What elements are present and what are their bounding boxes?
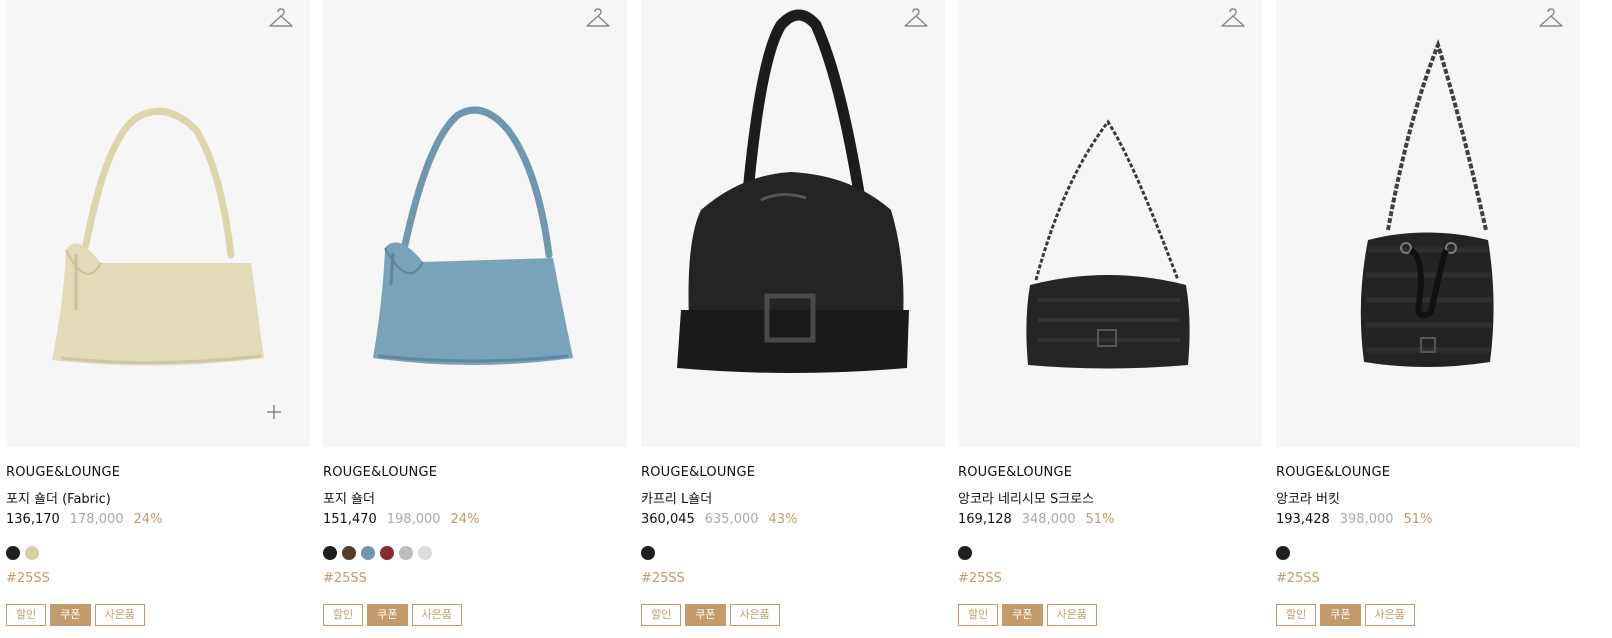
- discount-rate: 24%: [450, 512, 480, 527]
- season-tag[interactable]: #25SS: [958, 571, 1002, 586]
- hanger-icon[interactable]: [1220, 6, 1246, 32]
- bag-image: [677, 9, 909, 373]
- sale-price: 193,428: [1276, 512, 1330, 527]
- price-row: 151,470 198,000 24%: [323, 512, 479, 527]
- sale-price: 360,045: [641, 512, 695, 527]
- product-grid: ROUGE&LOUNGE 포지 숄더 (Fabric) 136,170 178,0…: [0, 0, 1612, 638]
- bag-image: [52, 107, 264, 366]
- product-image[interactable]: [323, 0, 627, 447]
- brand-name: ROUGE&LOUNGE: [6, 465, 121, 480]
- product-image[interactable]: [641, 0, 945, 447]
- price-row: 136,170 178,000 24%: [6, 512, 162, 527]
- original-price: 348,000: [1021, 512, 1076, 527]
- coupon-badge: 쿠폰: [367, 604, 408, 626]
- coupon-badge: 쿠폰: [1320, 604, 1361, 626]
- product-card[interactable]: ROUGE&LOUNGE 앙코라 버킷 193,428 398,000 51% #2…: [1276, 0, 1580, 638]
- discount-rate: 51%: [1085, 512, 1115, 527]
- sale-price: 136,170: [6, 512, 60, 527]
- badge-list: 할인 쿠폰 사은품: [641, 604, 784, 626]
- original-price: 198,000: [386, 512, 441, 527]
- price-row: 360,045 635,000 43%: [641, 512, 797, 527]
- hanger-icon[interactable]: [268, 6, 294, 32]
- season-tag[interactable]: #25SS: [6, 571, 50, 586]
- color-swatch[interactable]: [6, 546, 20, 560]
- color-swatches: [6, 546, 44, 562]
- bag-image: [1026, 119, 1190, 369]
- color-swatch[interactable]: [361, 546, 375, 560]
- color-swatches: [1276, 546, 1295, 562]
- color-swatch[interactable]: [25, 546, 39, 560]
- discount-rate: 43%: [768, 512, 798, 527]
- discount-badge: 할인: [6, 604, 47, 626]
- product-image[interactable]: [958, 0, 1262, 447]
- badge-list: 할인 쿠폰 사은품: [6, 604, 149, 626]
- product-name[interactable]: 포지 숄더: [323, 488, 375, 507]
- discount-badge: 할인: [1276, 604, 1317, 626]
- color-swatches: [323, 546, 437, 562]
- product-card[interactable]: ROUGE&LOUNGE 앙코라 네리시모 S크로스 169,128 348,00…: [958, 0, 1262, 638]
- color-swatch[interactable]: [418, 546, 432, 560]
- color-swatches: [641, 546, 660, 562]
- color-swatch[interactable]: [399, 546, 413, 560]
- discount-badge: 할인: [958, 604, 999, 626]
- hanger-icon[interactable]: [1538, 6, 1564, 32]
- coupon-badge: 쿠폰: [50, 604, 91, 626]
- season-tag[interactable]: #25SS: [641, 571, 685, 586]
- brand-name: ROUGE&LOUNGE: [641, 465, 756, 480]
- product-name[interactable]: 앙코라 네리시모 S크로스: [958, 488, 1094, 507]
- product-image[interactable]: [6, 0, 310, 447]
- color-swatch[interactable]: [1276, 546, 1290, 560]
- gift-badge: 사은품: [729, 604, 780, 626]
- color-swatches: [958, 546, 977, 562]
- badge-list: 할인 쿠폰 사은품: [1276, 604, 1419, 626]
- brand-name: ROUGE&LOUNGE: [323, 465, 438, 480]
- badge-list: 할인 쿠폰 사은품: [323, 604, 466, 626]
- hanger-icon[interactable]: [585, 6, 611, 32]
- discount-rate: 24%: [133, 512, 163, 527]
- color-swatch[interactable]: [342, 546, 356, 560]
- color-swatch[interactable]: [380, 546, 394, 560]
- bag-image: [373, 106, 573, 365]
- price-row: 169,128 348,000 51%: [958, 512, 1114, 527]
- product-card[interactable]: ROUGE&LOUNGE 포지 숄더 151,470 198,000 24% #25…: [323, 0, 627, 638]
- brand-name: ROUGE&LOUNGE: [958, 465, 1073, 480]
- gift-badge: 사은품: [94, 604, 145, 626]
- original-price: 178,000: [69, 512, 124, 527]
- product-name[interactable]: 앙코라 버킷: [1276, 488, 1340, 507]
- plus-icon[interactable]: [265, 403, 283, 421]
- sale-price: 169,128: [958, 512, 1012, 527]
- product-name[interactable]: 포지 숄더 (Fabric): [6, 488, 111, 507]
- color-swatch[interactable]: [958, 546, 972, 560]
- product-image[interactable]: [1276, 0, 1580, 447]
- badge-list: 할인 쿠폰 사은품: [958, 604, 1101, 626]
- original-price: 635,000: [704, 512, 759, 527]
- product-card[interactable]: ROUGE&LOUNGE 포지 숄더 (Fabric) 136,170 178,0…: [6, 0, 310, 638]
- original-price: 398,000: [1339, 512, 1394, 527]
- season-tag[interactable]: #25SS: [323, 571, 367, 586]
- gift-badge: 사은품: [411, 604, 462, 626]
- hanger-icon[interactable]: [903, 6, 929, 32]
- brand-name: ROUGE&LOUNGE: [1276, 465, 1391, 480]
- price-row: 193,428 398,000 51%: [1276, 512, 1432, 527]
- gift-badge: 사은품: [1364, 604, 1415, 626]
- gift-badge: 사은품: [1046, 604, 1097, 626]
- product-card[interactable]: ROUGE&LOUNGE 카프리 L숄더 360,045 635,000 43% #…: [641, 0, 945, 638]
- bag-image: [1360, 38, 1494, 367]
- season-tag[interactable]: #25SS: [1276, 571, 1320, 586]
- product-name[interactable]: 카프리 L숄더: [641, 488, 712, 507]
- color-swatch[interactable]: [641, 546, 655, 560]
- color-swatch[interactable]: [323, 546, 337, 560]
- discount-rate: 51%: [1403, 512, 1433, 527]
- coupon-badge: 쿠폰: [1002, 604, 1043, 626]
- sale-price: 151,470: [323, 512, 377, 527]
- coupon-badge: 쿠폰: [685, 604, 726, 626]
- discount-badge: 할인: [641, 604, 682, 626]
- discount-badge: 할인: [323, 604, 364, 626]
